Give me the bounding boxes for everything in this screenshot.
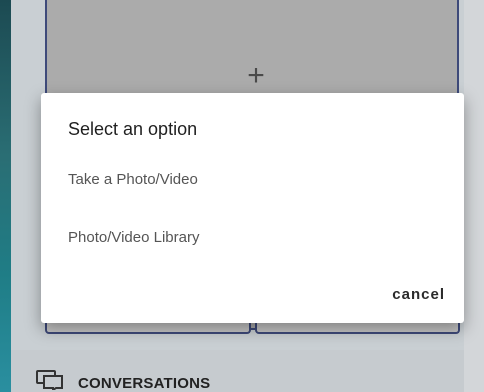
chat-bubbles-icon: [36, 370, 63, 390]
take-photo-video-option[interactable]: Take a Photo/Video: [68, 171, 198, 188]
select-option-dialog: Select an option Take a Photo/Video Phot…: [41, 93, 464, 323]
add-icon[interactable]: +: [242, 61, 270, 91]
dialog-title: Select an option: [68, 119, 198, 139]
photo-video-library-option[interactable]: Photo/Video Library: [68, 229, 199, 246]
right-edge-strip: [464, 0, 484, 392]
conversations-label: CONVERSATIONS: [78, 375, 211, 392]
left-accent-bar: [0, 0, 11, 392]
cancel-button[interactable]: cancel: [392, 286, 445, 303]
